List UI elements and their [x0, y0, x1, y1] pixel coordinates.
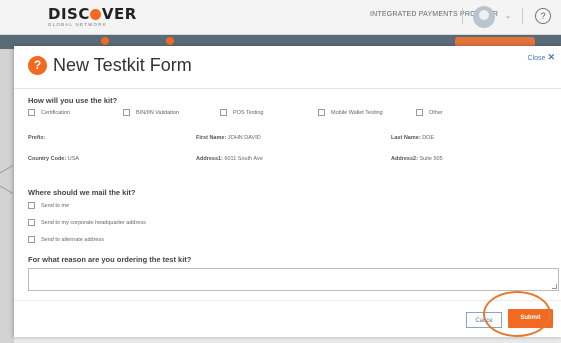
mail-option-send-to-me[interactable]: Send to me — [28, 202, 69, 209]
country-code-field: Country Code: USA — [28, 156, 80, 162]
top-bar: DISC VER GLOBAL NETWORK INTEGRATED PAYMEN… — [0, 0, 561, 35]
nav-badge — [101, 37, 109, 45]
chevron-down-icon[interactable]: ⌄ — [505, 12, 511, 20]
checkbox[interactable] — [28, 236, 35, 243]
nav-badge — [166, 37, 174, 45]
reason-heading: For what reason are you ordering the tes… — [28, 255, 192, 264]
checkbox[interactable] — [28, 202, 35, 209]
modal-header: ? New Testkit Form Close ✕ — [14, 46, 561, 89]
use-option-bin-validation[interactable]: BIN/IIN Validation — [123, 109, 179, 116]
modal-title: New Testkit Form — [53, 55, 192, 75]
discover-logo[interactable]: DISC VER — [48, 5, 137, 23]
close-label: Close — [527, 55, 546, 62]
logo-orange-dot — [90, 9, 102, 20]
footer-divider — [14, 300, 561, 301]
prefix-field: Prefix: — [28, 135, 46, 141]
use-option-mobile-wallet[interactable]: Mobile Wallet Testing — [318, 109, 383, 116]
mail-option-corporate-hq[interactable]: Send to my corporate headquarter address — [28, 219, 146, 226]
reason-textarea[interactable] — [28, 268, 559, 291]
close-button[interactable]: Close ✕ — [528, 52, 555, 63]
checkbox[interactable] — [220, 109, 227, 116]
resize-handle-icon[interactable] — [552, 284, 557, 289]
use-option-other[interactable]: Other — [416, 109, 443, 116]
last-name-field: Last Name: DOE — [391, 135, 435, 141]
header-divider — [462, 8, 463, 24]
checkbox[interactable] — [416, 109, 423, 116]
first-name-field: First Name: JOHN DAVID — [196, 135, 261, 141]
side-decoration — [0, 165, 14, 174]
new-testkit-modal: ? New Testkit Form Close ✕ How will you u… — [14, 46, 561, 337]
checkbox[interactable] — [123, 109, 130, 116]
checkbox[interactable] — [318, 109, 325, 116]
user-avatar[interactable] — [473, 6, 495, 28]
side-panel — [0, 49, 14, 343]
close-icon: ✕ — [547, 52, 555, 62]
mail-option-alternate[interactable]: Send to alternate address — [28, 236, 104, 243]
mail-kit-heading: Where should we mail the kit? — [28, 188, 136, 197]
help-icon[interactable]: ? — [535, 8, 551, 24]
checkbox[interactable] — [28, 219, 35, 226]
use-option-certification[interactable]: Certification — [28, 109, 70, 116]
side-decoration — [0, 185, 14, 194]
checkbox[interactable] — [28, 109, 35, 116]
logo-subtitle: GLOBAL NETWORK — [48, 22, 107, 27]
use-option-pos-testing[interactable]: POS Testing — [220, 109, 263, 116]
address2-field: Address2: Suite 505 — [391, 156, 443, 162]
highlight-circle — [483, 291, 551, 337]
header-divider — [522, 8, 523, 24]
use-kit-heading: How will you use the kit? — [28, 96, 118, 105]
address1-field: Address1: 6011 South Ave — [196, 156, 263, 162]
question-icon: ? — [28, 56, 47, 75]
